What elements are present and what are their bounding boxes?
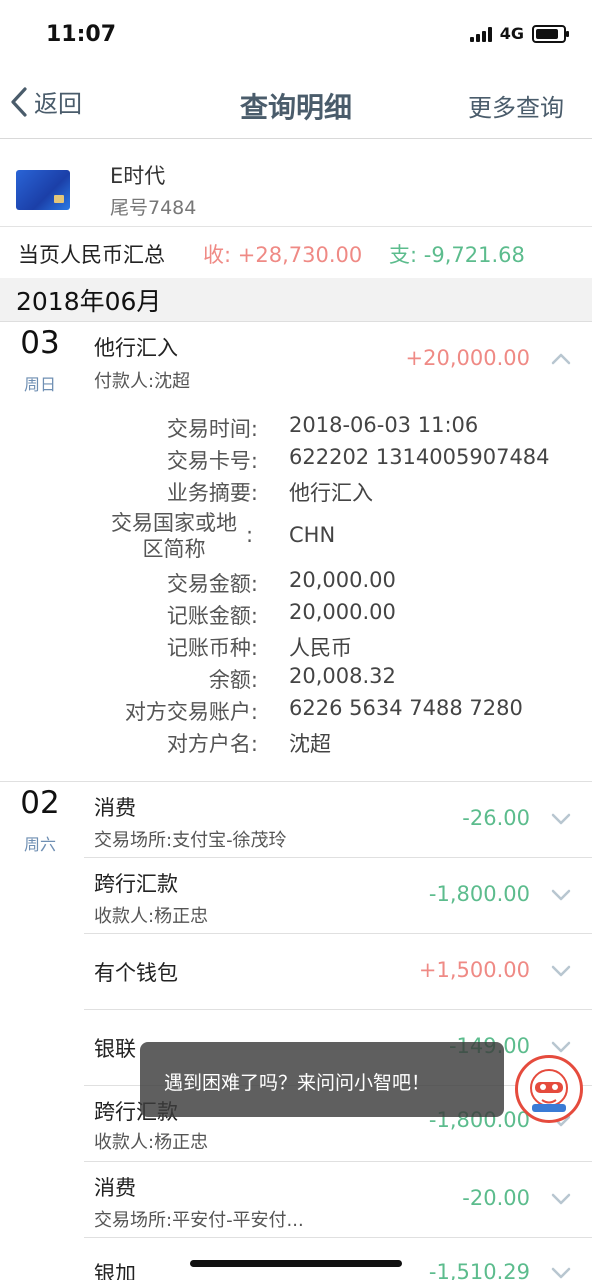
detail-label: 记账币种: (166, 636, 258, 660)
transaction-row[interactable]: 有个钱包 +1,500.00 (84, 934, 592, 1010)
detail-label-line1: 交易国家或地 (111, 511, 237, 535)
detail-value: 622202 1314005907484 (289, 445, 550, 469)
detail-label-multiline: 交易国家或地 区简称 (0, 510, 258, 562)
detail-colon: : (246, 523, 254, 547)
card-chip-icon (54, 195, 64, 203)
detail-value: 沈超 (289, 732, 331, 756)
detail-value: 20,000.00 (289, 568, 396, 592)
transaction-sub: 收款人:杨正忠 (94, 1132, 209, 1153)
signal-icon (469, 26, 492, 42)
transaction-title: 有个钱包 (94, 961, 178, 985)
chevron-down-icon[interactable] (550, 1188, 572, 1210)
transaction-row[interactable]: 跨行汇款 收款人:杨正忠 -1,800.00 (84, 858, 592, 934)
transaction-amount: -26.00 (462, 806, 530, 830)
assistant-toast[interactable]: 遇到困难了吗？来问问小智吧！ (140, 1042, 504, 1117)
transaction-amount: -1,800.00 (428, 882, 530, 906)
month-header: 2018年06月 (0, 278, 592, 322)
detail-value: 6226 5634 7488 7280 (289, 696, 523, 720)
detail-label: 交易时间: (166, 417, 258, 441)
transaction-amount: +1,500.00 (418, 958, 530, 982)
network-label: 4G (499, 24, 524, 43)
transaction-sub: 交易场所:支付宝-徐茂玲 (94, 830, 287, 851)
transaction-row[interactable]: 消费 交易场所:支付宝-徐茂玲 -26.00 (84, 782, 592, 858)
detail-label: 对方交易账户: (124, 700, 258, 724)
summary-bar: 当页人民币汇总 收: +28,730.00 支: -9,721.68 (0, 226, 592, 279)
card-name: E时代 (110, 164, 166, 188)
transaction-title: 他行汇入 (94, 336, 178, 360)
detail-value: 他行汇入 (289, 481, 373, 505)
nav-bar: 返回 查询明细 更多查询 (0, 70, 592, 139)
day-number: 02 (20, 785, 60, 821)
detail-label: 对方户名: (166, 732, 258, 756)
detail-label: 记账金额: (166, 604, 258, 628)
chevron-down-icon[interactable] (550, 884, 572, 906)
detail-label: 业务摘要: (166, 481, 258, 505)
assistant-mascot-icon[interactable] (515, 1055, 583, 1123)
transaction-sub: 收款人:杨正忠 (94, 906, 209, 927)
status-time: 11:07 (46, 22, 117, 47)
summary-label: 当页人民币汇总 (18, 243, 165, 267)
transaction-row[interactable]: 银加 -1,510.29 (84, 1238, 592, 1280)
day-weekday: 周日 (23, 375, 56, 394)
transaction-title: 银加 (94, 1262, 136, 1280)
more-query-button[interactable]: 更多查询 (468, 88, 564, 123)
chevron-down-icon[interactable] (550, 1262, 572, 1280)
bank-card-image (16, 170, 70, 210)
robot-face-icon (530, 1069, 568, 1112)
transaction-row-expanded[interactable]: 他行汇入 付款人:沈超 +20,000.00 (84, 322, 592, 402)
home-indicator[interactable] (190, 1260, 402, 1267)
detail-value: 20,008.32 (289, 664, 396, 688)
transaction-sub: 付款人:沈超 (94, 371, 191, 392)
chevron-up-icon[interactable] (550, 348, 572, 370)
status-indicators: 4G (469, 24, 569, 43)
summary-income: 收: +28,730.00 (203, 243, 363, 267)
detail-label: 交易金额: (166, 572, 258, 596)
battery-icon (532, 24, 569, 43)
summary-expense: 支: -9,721.68 (389, 243, 525, 267)
detail-value: 2018-06-03 11:06 (289, 413, 479, 437)
detail-value: 人民币 (289, 636, 352, 660)
transaction-details: 交易时间: 2018-06-03 11:06 交易卡号: 622202 1314… (0, 410, 592, 760)
card-tail-number: 尾号7484 (110, 197, 197, 219)
transaction-title: 消费 (94, 796, 136, 820)
detail-value: CHN (289, 523, 336, 547)
transaction-amount: -20.00 (462, 1186, 530, 1210)
day-number: 03 (20, 325, 60, 361)
transaction-row[interactable]: 消费 交易场所:平安付-平安付... -20.00 (84, 1162, 592, 1238)
toast-text: 遇到困难了吗？来问问小智吧！ (164, 1072, 431, 1094)
detail-value: 20,000.00 (289, 600, 396, 624)
detail-label: 余额: (208, 668, 258, 692)
transaction-title: 银联 (94, 1037, 136, 1061)
day-weekday: 周六 (23, 835, 56, 854)
detail-label-line2: 区简称 (142, 537, 206, 561)
detail-label: 交易卡号: (166, 449, 258, 473)
month-label: 2018年06月 (16, 287, 162, 316)
transaction-sub: 交易场所:平安付-平安付... (94, 1210, 304, 1231)
transaction-amount: +20,000.00 (405, 346, 530, 370)
chevron-down-icon[interactable] (550, 960, 572, 982)
transaction-title: 消费 (94, 1176, 136, 1200)
transaction-title: 跨行汇款 (94, 872, 178, 896)
chevron-down-icon[interactable] (550, 808, 572, 830)
